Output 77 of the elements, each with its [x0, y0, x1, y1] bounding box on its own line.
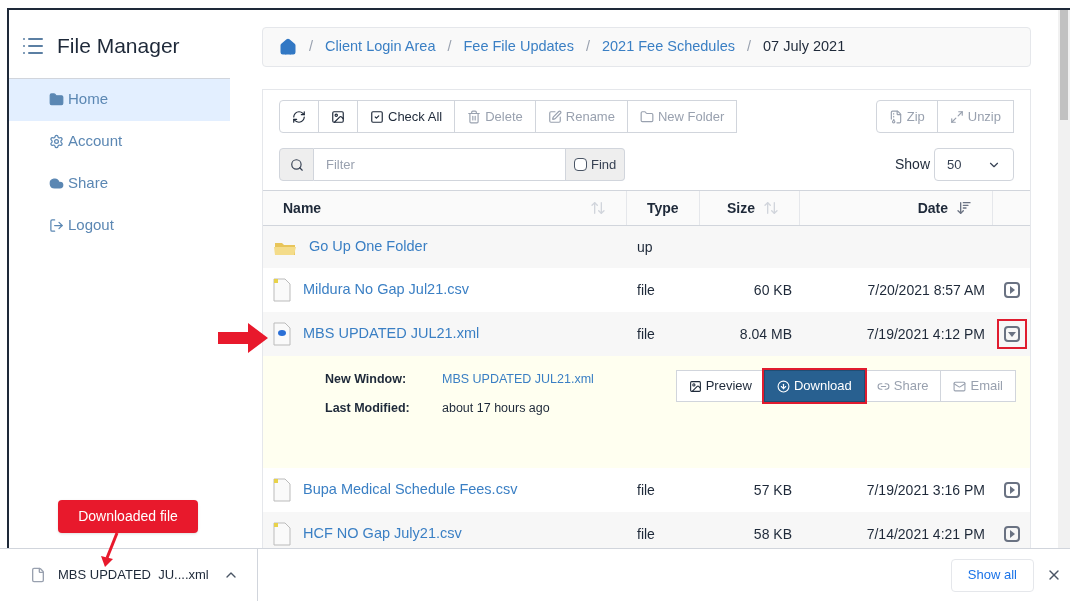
column-header[interactable]: Date	[800, 191, 993, 225]
breadcrumb-separator: /	[584, 37, 591, 57]
table-cell-text: file	[636, 480, 655, 500]
sidebar-item[interactable]: Share	[9, 162, 230, 205]
table-cell-text: 58 KB	[753, 524, 793, 544]
detail-label: New Window:	[325, 371, 408, 388]
table-cell-text: up	[636, 237, 653, 257]
table-cell-text: 7/19/2021 3:16 PM	[866, 480, 986, 500]
table-cell-text: 7/20/2021 8:57 AM	[867, 280, 986, 300]
detail-label: Last Modified:	[325, 399, 411, 417]
column-header[interactable]: Type	[627, 191, 700, 225]
cloud-icon	[49, 176, 64, 191]
xml-file-icon	[273, 322, 291, 346]
refresh-icon	[292, 109, 306, 124]
toolbar-button[interactable]: Check All	[357, 100, 456, 133]
logout-icon	[49, 218, 64, 233]
search-icon	[289, 157, 304, 172]
image-icon	[331, 109, 345, 124]
row-toggle-button[interactable]	[999, 321, 1025, 347]
breadcrumb-separator: /	[745, 37, 752, 57]
breadcrumb-link[interactable]: Fee File Updates	[463, 36, 574, 58]
home-icon[interactable]	[279, 38, 297, 56]
show-all-button[interactable]: Show all	[950, 558, 1034, 592]
trash-icon	[467, 109, 482, 124]
file-icon	[273, 478, 291, 502]
filter-field[interactable]: Filter	[314, 148, 566, 181]
file-name-link[interactable]: MBS UPDATED JUL21.xml	[303, 323, 480, 345]
file-action-button[interactable]: Download	[763, 370, 865, 402]
edit-icon	[547, 109, 562, 124]
breadcrumb-link[interactable]: Client Login Area	[325, 36, 436, 58]
sidebar-item[interactable]: Logout	[9, 204, 230, 247]
folder-icon	[49, 92, 64, 107]
file-icon	[273, 278, 291, 302]
file-name-link[interactable]: Mildura No Gap Jul21.csv	[303, 279, 469, 301]
file-name-link[interactable]: Bupa Medical Schedule Fees.csv	[303, 479, 518, 501]
app-title: File Manager	[57, 33, 180, 59]
page-size-select[interactable]: 50	[934, 148, 1014, 181]
scrollbar[interactable]	[1058, 10, 1070, 548]
sort-descending-icon[interactable]	[956, 200, 972, 216]
sidebar-item[interactable]: Home	[9, 78, 230, 121]
table-cell-text: 60 KB	[753, 280, 793, 300]
table-cell-text: 7/14/2021 4:21 PM	[866, 524, 986, 544]
table-cell-text: 57 KB	[753, 480, 793, 500]
image-button[interactable]	[318, 100, 358, 133]
new-window-link[interactable]: MBS UPDATED JUL21.xml	[442, 370, 594, 389]
file-name-link[interactable]: HCF NO Gap July21.csv	[303, 523, 462, 545]
detail-value: about 17 hours ago	[442, 399, 551, 417]
callout-label: Downloaded file	[58, 500, 198, 533]
expand-icon	[949, 109, 964, 124]
find-checkbox[interactable]: Find	[566, 148, 626, 181]
table-cell-text: 8.04 MB	[739, 324, 793, 344]
refresh-button[interactable]	[279, 100, 319, 133]
show-label: Show	[894, 155, 930, 174]
pointer-arrow	[218, 322, 268, 354]
column-header[interactable]: Size	[700, 191, 800, 225]
breadcrumb-current: 07 July 2021	[763, 37, 846, 57]
file-action-button[interactable]: Preview	[675, 370, 765, 402]
file-name-link[interactable]: Go Up One Folder	[309, 236, 428, 258]
mail-icon	[953, 379, 967, 393]
callout-arrow	[98, 532, 120, 568]
image-icon	[688, 379, 702, 393]
table-cell-text: 7/19/2021 4:12 PM	[866, 324, 986, 344]
table-cell-text: file	[636, 524, 655, 544]
table-cell-text: file	[636, 280, 655, 300]
checkbox-icon	[370, 109, 384, 124]
table-cell-text: file	[636, 324, 655, 344]
download-icon	[776, 379, 790, 393]
breadcrumb-separator: /	[308, 37, 315, 57]
sidebar-item[interactable]: Account	[9, 120, 230, 163]
breadcrumb-separator: /	[446, 37, 453, 57]
breadcrumb-link[interactable]: 2021 Fee Schedules	[601, 36, 735, 58]
gear-icon	[49, 134, 64, 149]
folder-icon	[639, 109, 654, 124]
file-icon	[30, 567, 46, 583]
column-header[interactable]: Name	[263, 191, 627, 225]
downloaded-file-name[interactable]: MBS UPDATED JU....xml	[58, 565, 211, 585]
archive-icon	[888, 109, 903, 124]
